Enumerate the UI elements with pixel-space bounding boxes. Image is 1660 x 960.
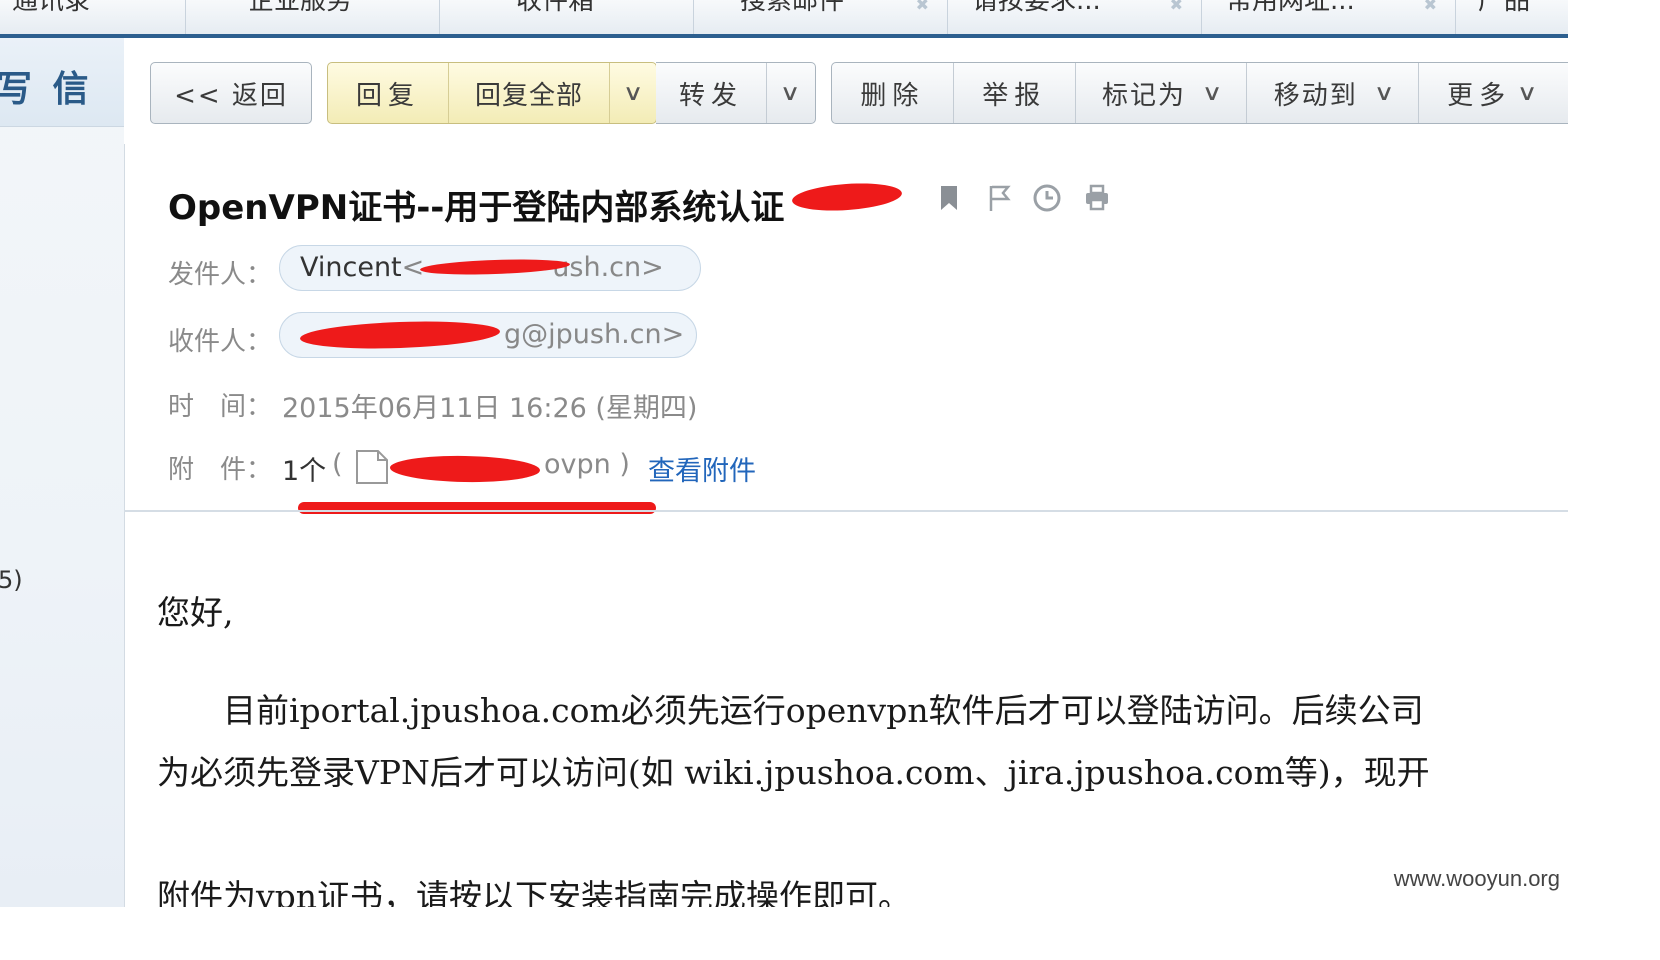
recipient-addr-tail: g@jpush.cn>	[504, 319, 685, 350]
attachment-count: 1个	[282, 456, 327, 487]
to-label: 收件人：	[168, 327, 273, 357]
body-paragraph-line: 目前iportal.jpushoa.com必须先运行openvpn软件后才可以登…	[157, 691, 1424, 730]
attachment-paren: (	[332, 449, 343, 480]
reply-all-button[interactable]: 回复全部	[449, 63, 610, 123]
attachment-label: 附 件：	[168, 455, 273, 485]
back-group: << 返回	[150, 62, 312, 124]
file-icon	[356, 450, 388, 484]
tab-close-icon[interactable]: ✖	[916, 0, 929, 13]
tab-label: 常用网址...	[1226, 0, 1355, 16]
time-label: 时 间：	[168, 392, 273, 422]
redaction-mark	[791, 180, 903, 214]
compose-button[interactable]: 写 信	[0, 38, 124, 127]
folder-unread-count[interactable]: 5)	[0, 566, 23, 594]
chevron-down-icon: ∨	[1201, 80, 1223, 106]
body-paragraph-line: 附件为vpn证书，请按以下安装指南完成操作即可。	[157, 877, 912, 907]
tab-label: 通讯录	[12, 0, 91, 16]
compose-label: 写 信	[0, 69, 93, 110]
delete-button[interactable]: 删除	[832, 63, 954, 123]
tab-search-mail[interactable]: 搜索邮件 ✖	[694, 0, 948, 34]
action-group: 删除 举报 标记为 ∨ 移动到 ∨ 更多 ∨	[831, 62, 1568, 124]
mail-header: OpenVPN证书--用于登陆内部系统认证 发件人： Vincent< ush.c…	[124, 144, 1568, 514]
tab-enterprise-services[interactable]: 企业服务	[186, 0, 440, 34]
tab-close-icon[interactable]: ✖	[1424, 0, 1437, 13]
reply-button[interactable]: 回复	[328, 63, 449, 123]
tab-close-icon[interactable]: ✖	[1170, 0, 1183, 13]
sender-name: Vincent	[300, 252, 402, 283]
print-icon[interactable]	[1082, 182, 1112, 214]
tab-products[interactable]: 产品	[1456, 0, 1568, 34]
more-button[interactable]: 更多 ∨	[1419, 63, 1568, 123]
tab-label: 收件箱	[516, 0, 595, 16]
flag-icon[interactable]	[984, 182, 1014, 214]
chevron-down-icon: ∨	[780, 80, 801, 106]
tab-label: 产品	[1478, 0, 1531, 16]
more-label: 更多	[1447, 80, 1512, 111]
forward-dropdown-button[interactable]: ∨	[767, 63, 814, 123]
tab-inbox[interactable]: 收件箱	[440, 0, 694, 34]
chevron-down-icon: ∨	[1516, 80, 1538, 106]
clock-icon[interactable]	[1032, 182, 1062, 214]
move-to-label: 移动到	[1273, 80, 1358, 111]
mail-body: 您好, 目前iportal.jpushoa.com必须先运行openvpn软件后…	[124, 512, 1568, 907]
tab-label: 请按要求...	[972, 0, 1101, 16]
watermark: www.wooyun.org	[1393, 866, 1560, 891]
forward-group: 转发 ∨	[656, 62, 816, 124]
sender-addr-tail: ush.cn>	[552, 252, 664, 283]
attachment-filename[interactable]: ovpn )	[544, 449, 630, 480]
tab-common-urls[interactable]: 常用网址... ✖	[1202, 0, 1456, 34]
mail-subject: OpenVPN证书--用于登陆内部系统认证	[168, 188, 785, 228]
tab-label: 搜索邮件	[740, 0, 845, 16]
chevron-down-icon: ∨	[622, 80, 644, 106]
from-label: 发件人：	[168, 260, 273, 290]
tab-bar: 通讯录 企业服务 收件箱 搜索邮件 ✖ 请按要求... ✖ 常用网址... ✖ …	[0, 0, 1568, 34]
bookmark-icon[interactable]	[934, 182, 964, 214]
tab-label: 企业服务	[248, 0, 353, 16]
report-button[interactable]: 举报	[954, 63, 1076, 123]
reply-dropdown-button[interactable]: ∨	[610, 63, 656, 123]
mark-as-button[interactable]: 标记为 ∨	[1076, 63, 1248, 123]
redaction-mark	[389, 454, 541, 484]
body-paragraph-line: 为必须先登录VPN后才可以访问(如 wiki.jpushoa.com、jira.…	[157, 753, 1430, 792]
forward-button[interactable]: 转发	[656, 63, 767, 123]
view-attachment-link[interactable]: 查看附件	[648, 449, 756, 488]
chevron-down-icon: ∨	[1373, 80, 1395, 106]
sidebar: 写 信 5)	[0, 38, 125, 907]
tab-contacts[interactable]: 通讯录	[0, 0, 186, 34]
back-button[interactable]: << 返回	[151, 63, 311, 123]
mark-as-label: 标记为	[1101, 80, 1186, 111]
mail-toolbar: << 返回 回复 回复全部 ∨ 转发 ∨ 删除 举报 标记为 ∨ 移动到 ∨ 更…	[124, 38, 1568, 144]
move-to-button[interactable]: 移动到 ∨	[1247, 63, 1420, 123]
mail-timestamp: 2015年06月11日 16:26 (星期四)	[282, 393, 698, 424]
body-greeting: 您好,	[157, 593, 234, 632]
reply-group: 回复 回复全部 ∨	[327, 62, 657, 124]
tab-request[interactable]: 请按要求... ✖	[948, 0, 1202, 34]
